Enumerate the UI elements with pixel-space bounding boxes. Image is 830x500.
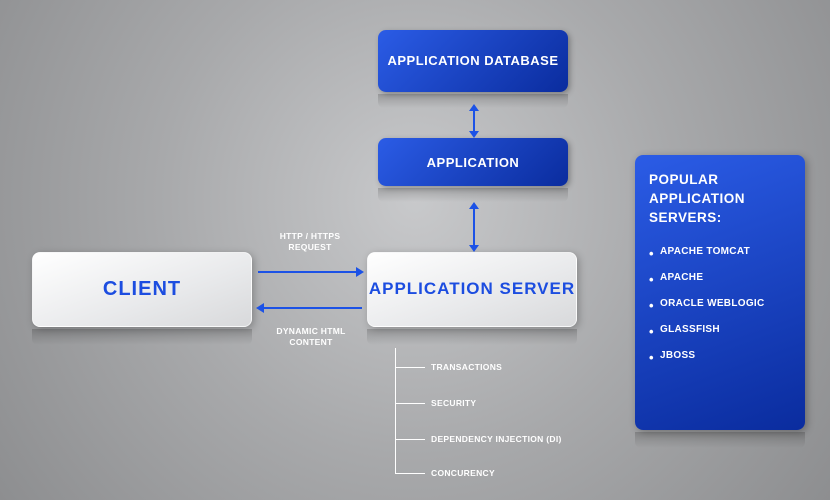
server-item: APACHE TOMCAT <box>649 246 791 257</box>
server-item: ORACLE WEBLOGIC <box>649 298 791 309</box>
feature-concurrency: CONCURENCY <box>431 468 495 478</box>
shadow <box>32 329 252 345</box>
arrow-response <box>256 300 364 316</box>
node-application-server: APPLICATION SERVER <box>367 252 577 327</box>
node-application: APPLICATION <box>378 138 568 186</box>
server-item: GLASSFISH <box>649 324 791 335</box>
shadow <box>635 432 805 448</box>
node-application-database: APPLICATION DATABASE <box>378 30 568 92</box>
feature-branch <box>395 403 425 404</box>
popular-servers-title: POPULAR APPLICATION SERVERS: <box>649 171 791 228</box>
server-item: APACHE <box>649 272 791 283</box>
label-request: HTTP / HTTPS REQUEST <box>275 231 345 253</box>
label-response: DYNAMIC HTML CONTENT <box>272 326 350 348</box>
feature-security: SECURITY <box>431 398 476 408</box>
arrow-db-app <box>468 104 480 138</box>
arrow-request <box>256 264 364 280</box>
shadow <box>378 188 568 202</box>
shadow <box>367 329 577 345</box>
popular-servers-panel: POPULAR APPLICATION SERVERS: APACHE TOMC… <box>635 155 805 430</box>
server-item: JBOSS <box>649 350 791 361</box>
node-client: CLIENT <box>32 252 252 327</box>
feature-branch <box>395 439 425 440</box>
feature-branch <box>395 367 425 368</box>
feature-di: DEPENDENCY INJECTION (DI) <box>431 434 562 444</box>
feature-branch <box>395 473 425 474</box>
arrow-app-server <box>468 202 480 252</box>
feature-transactions: TRANSACTIONS <box>431 362 502 372</box>
